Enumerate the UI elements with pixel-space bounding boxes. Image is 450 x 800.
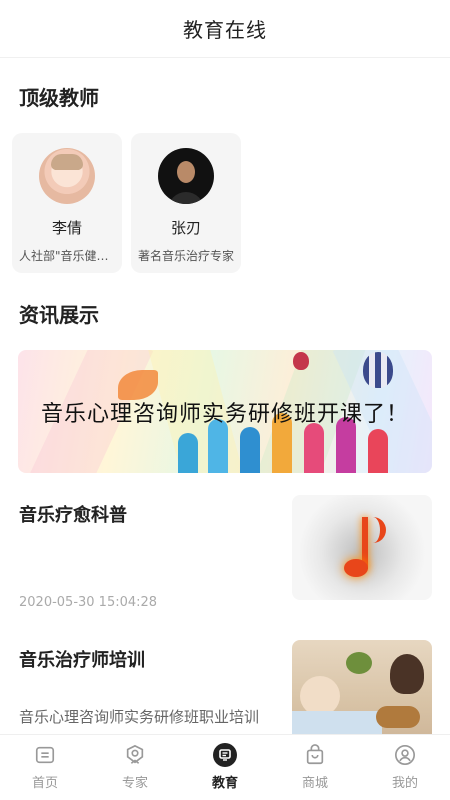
teacher-description: 著名音乐治疗专家 — [138, 249, 234, 263]
news-banner[interactable]: 音乐心理咨询师实务研修班开课了！ — [18, 350, 432, 473]
hot-air-balloon-graphic — [363, 352, 393, 388]
bottom-tab-bar: 首页 专家 教育 商城 我的 — [0, 734, 450, 800]
banner-headline: 音乐心理咨询师实务研修班开课了！ — [40, 402, 409, 427]
teacher-name: 张刃 — [170, 219, 201, 237]
news-title: 音乐治疗师培训 — [19, 650, 145, 671]
expert-badge-icon — [123, 743, 147, 767]
teacher-list: 李倩 人社部"音乐健康指导师" 张刃 著名音乐治疗专家 — [0, 133, 450, 273]
teachers-section-title: 顶级教师 — [19, 86, 99, 110]
home-icon — [33, 743, 57, 767]
news-description: 音乐心理咨询师实务研修班职业培训 — [19, 708, 260, 726]
music-therapy-photo — [292, 640, 432, 745]
tab-label: 商城 — [301, 776, 328, 791]
tab-education[interactable]: 教育 — [180, 735, 270, 800]
shop-bag-icon — [303, 743, 327, 767]
tab-label: 教育 — [211, 776, 238, 791]
teacher-avatar — [39, 148, 95, 204]
news-title: 音乐疗愈科普 — [19, 505, 127, 526]
music-note-image — [292, 495, 432, 600]
tab-expert[interactable]: 专家 — [90, 735, 180, 800]
tab-shop[interactable]: 商城 — [270, 735, 360, 800]
news-section-title: 资讯展示 — [19, 303, 99, 327]
app-header: 教育在线 — [0, 0, 450, 58]
tab-home[interactable]: 首页 — [0, 735, 90, 800]
teacher-card[interactable]: 张刃 著名音乐治疗专家 — [131, 133, 241, 273]
news-list-item[interactable]: 音乐疗愈科普 2020-05-30 15:04:28 — [0, 495, 450, 643]
education-icon — [213, 743, 237, 767]
teacher-description: 人社部"音乐健康指导师" — [19, 249, 115, 263]
tab-label: 我的 — [391, 776, 418, 791]
page-title: 教育在线 — [183, 18, 267, 42]
tab-label: 首页 — [31, 776, 58, 791]
news-date: 2020-05-30 15:04:28 — [19, 595, 158, 610]
hot-air-balloon-graphic — [293, 352, 309, 370]
tab-label: 专家 — [121, 776, 148, 791]
user-icon — [393, 743, 417, 767]
teacher-name: 李倩 — [51, 219, 82, 237]
teacher-card[interactable]: 李倩 人社部"音乐健康指导师" — [12, 133, 122, 273]
tab-profile[interactable]: 我的 — [360, 735, 450, 800]
teacher-avatar — [158, 148, 214, 204]
